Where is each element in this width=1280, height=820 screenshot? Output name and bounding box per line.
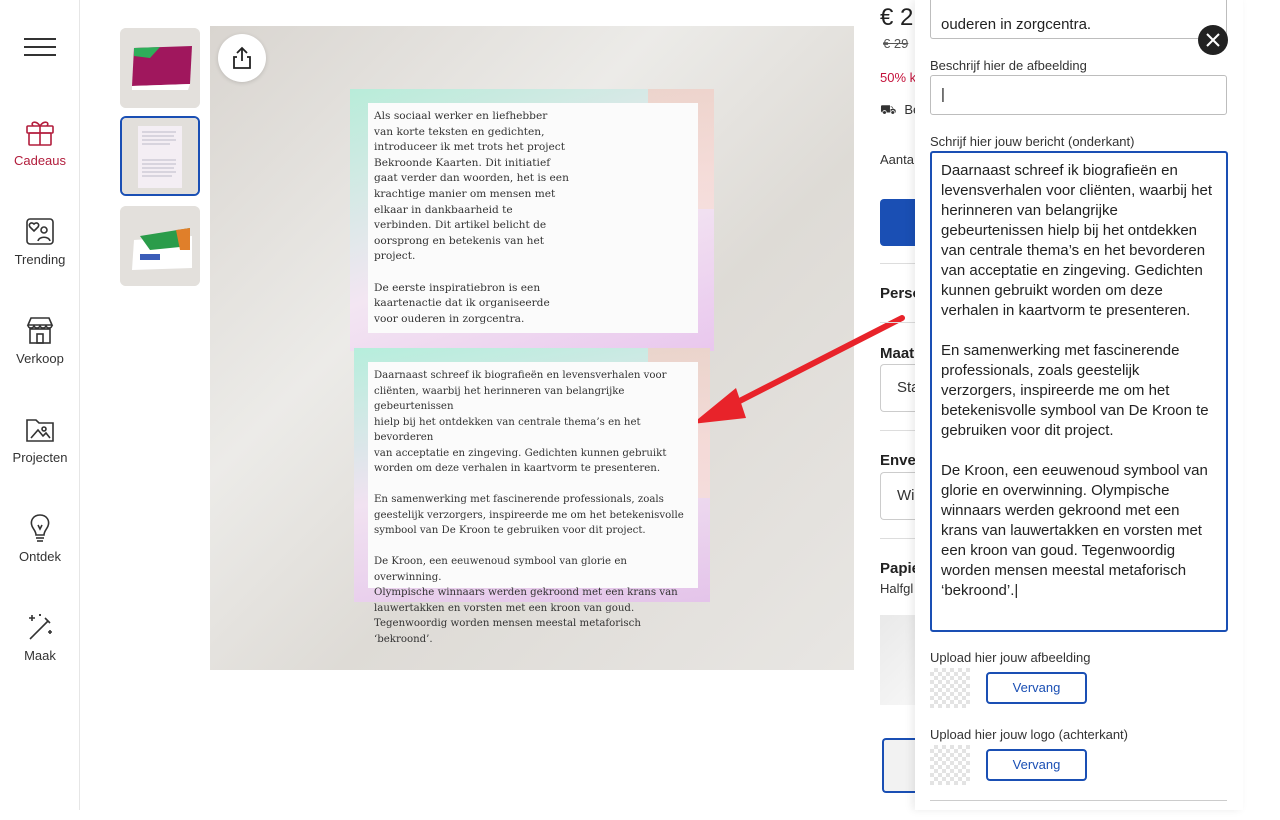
top-text-field[interactable]: ouderen in zorgcentra. — [930, 0, 1227, 39]
nav-label-maak: Maak — [24, 648, 56, 663]
gift-icon — [26, 121, 54, 146]
discount-label: 50% k — [880, 70, 917, 85]
old-price: € 29 — [883, 36, 909, 51]
card-bottom-paper: Daarnaast schreef ik biografieën en leve… — [368, 362, 698, 645]
close-panel-button[interactable] — [1198, 25, 1228, 55]
close-icon — [1206, 33, 1220, 47]
nav-item-ontdek[interactable]: Ontdek — [0, 513, 80, 593]
image-preview-placeholder — [930, 668, 970, 708]
card-top-paper: Als sociaal werker en liefhebber van kor… — [368, 103, 698, 333]
card-inside-top: Als sociaal werker en liefhebber van kor… — [350, 89, 714, 351]
share-icon — [233, 46, 251, 69]
divider — [880, 538, 920, 539]
nav-item-trending[interactable]: Trending — [0, 216, 80, 296]
left-nav: Cadeaus Trending Verkoop Projecten Ontde… — [0, 0, 80, 810]
magic-wand-icon — [29, 614, 52, 640]
card-top-text: Als sociaal werker en liefhebber van kor… — [374, 110, 569, 325]
image-description-label: Beschrijf hier de afbeelding — [930, 58, 1087, 73]
section-envelope: Enve — [880, 452, 916, 469]
envelope-select[interactable]: Wi — [880, 472, 920, 520]
quantity-label: Aanta — [880, 152, 914, 167]
size-select[interactable]: Sta — [880, 364, 920, 412]
upload-image-label: Upload hier jouw afbeelding — [930, 650, 1091, 665]
card-bottom-text: Daarnaast schreef ik biografieën en leve… — [374, 370, 684, 645]
thumbnail-inside[interactable] — [120, 116, 200, 196]
paper-swatch-image[interactable] — [880, 615, 920, 705]
logo-preview-placeholder — [930, 745, 970, 785]
price: € 2 — [880, 4, 914, 31]
image-description-input[interactable]: | — [930, 75, 1227, 115]
folder-image-icon — [26, 419, 54, 442]
nav-label-trending: Trending — [14, 252, 66, 267]
replace-logo-button[interactable]: Vervang — [986, 749, 1087, 781]
divider — [880, 263, 920, 264]
upload-logo-label: Upload hier jouw logo (achterkant) — [930, 727, 1128, 742]
divider — [930, 800, 1227, 801]
thumbnail-front[interactable] — [120, 28, 200, 108]
paper-type: Halfgl — [880, 581, 914, 596]
divider — [880, 430, 920, 431]
nav-item-projecten[interactable]: Projecten — [0, 414, 80, 494]
nav-item-maak[interactable]: Maak — [0, 612, 80, 692]
card-front-thumbnail-image — [120, 28, 200, 108]
thumbnail-back[interactable] — [120, 206, 200, 286]
card-inside-thumbnail-image — [122, 118, 198, 194]
share-button[interactable] — [218, 34, 266, 82]
nav-label-projecten: Projecten — [12, 450, 68, 465]
section-size: Maat — [880, 345, 915, 362]
nav-item-verkoop[interactable]: Verkoop — [0, 315, 80, 395]
nav-label-verkoop: Verkoop — [16, 351, 64, 366]
divider — [880, 322, 920, 323]
message-label: Schrijf hier jouw bericht (onderkant) — [930, 134, 1135, 149]
red-arrow-annotation — [692, 315, 905, 424]
card-inside-bottom: Daarnaast schreef ik biografieën en leve… — [354, 348, 710, 645]
nav-label-ontdek: Ontdek — [19, 549, 61, 564]
menu-icon[interactable] — [24, 38, 56, 56]
lightbulb-icon — [30, 514, 50, 542]
card-back-thumbnail-image — [120, 206, 200, 286]
message-textarea[interactable]: Daarnaast schreef ik biografieën en leve… — [930, 151, 1228, 632]
store-icon — [26, 317, 54, 344]
replace-image-button[interactable]: Vervang — [986, 672, 1087, 704]
nav-label-cadeaus: Cadeaus — [13, 153, 67, 168]
nav-item-cadeaus[interactable]: Cadeaus — [0, 117, 80, 197]
personalize-panel: ouderen in zorgcentra. Beschrijf hier de… — [915, 0, 1243, 810]
heart-person-icon — [26, 218, 54, 245]
truck-icon: ⛟ — [880, 102, 897, 117]
